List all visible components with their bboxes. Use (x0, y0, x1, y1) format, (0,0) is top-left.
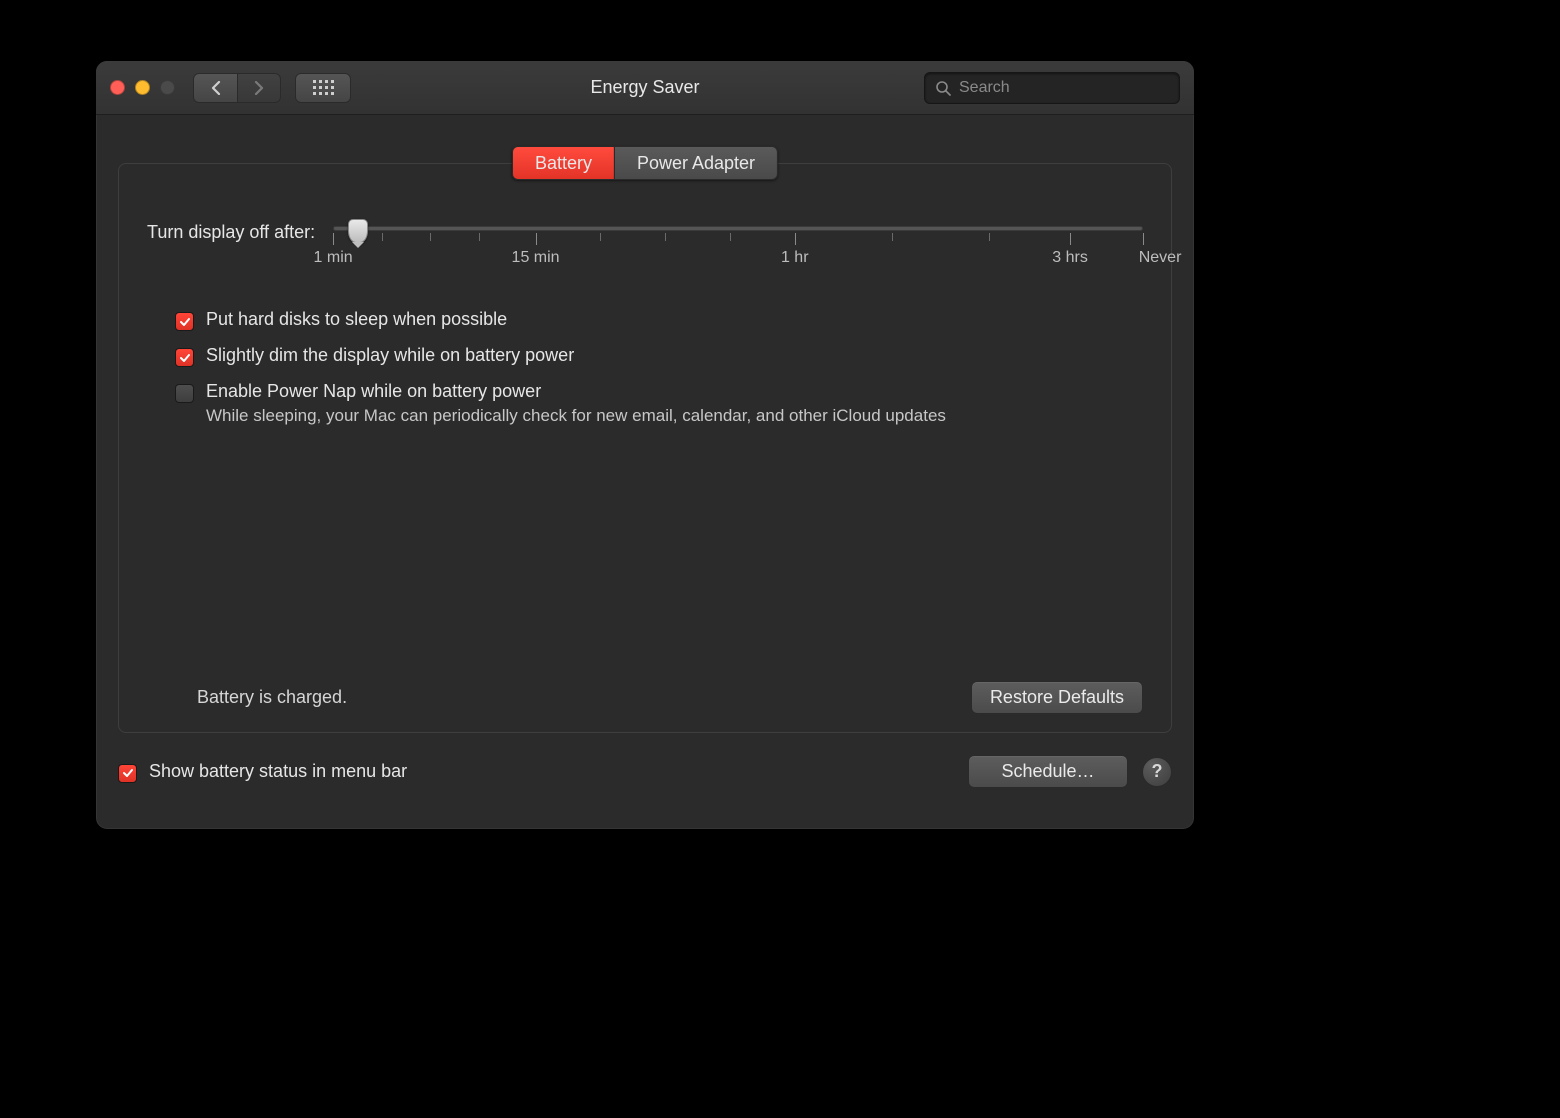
titlebar: Energy Saver (96, 61, 1194, 115)
window-body: Battery Power Adapter Turn display off a… (96, 115, 1194, 808)
tick-never: Never (1139, 249, 1182, 267)
back-button[interactable] (193, 73, 237, 103)
zoom-window-button[interactable] (160, 80, 175, 95)
minimize-window-button[interactable] (135, 80, 150, 95)
tick-3hrs: 3 hrs (1052, 249, 1088, 267)
battery-status-text: Battery is charged. (197, 687, 347, 708)
display-off-slider-row: Turn display off after: (147, 222, 1143, 273)
slider-track (333, 226, 1143, 231)
forward-button[interactable] (237, 73, 281, 103)
tick-1hr: 1 hr (781, 249, 809, 267)
power-nap-label: Enable Power Nap while on battery power (206, 381, 946, 402)
option-hard-disks: Put hard disks to sleep when possible (175, 309, 1143, 331)
slider-tick-labels: 1 min 15 min 1 hr 3 hrs Never (333, 249, 1143, 273)
power-nap-checkbox[interactable] (175, 384, 194, 403)
show-menu-bar-label: Show battery status in menu bar (149, 761, 407, 782)
search-icon (935, 80, 951, 96)
tab-battery[interactable]: Battery (512, 146, 614, 180)
tab-segmented-control: Battery Power Adapter (512, 146, 778, 180)
panel-footer: Battery is charged. Restore Defaults (147, 681, 1143, 714)
display-off-slider[interactable]: 1 min 15 min 1 hr 3 hrs Never (333, 222, 1143, 273)
preferences-window: Energy Saver Battery Power Adapter Turn … (95, 60, 1195, 830)
option-dim-display: Slightly dim the display while on batter… (175, 345, 1143, 367)
power-nap-description: While sleeping, your Mac can periodicall… (206, 406, 946, 426)
chevron-right-icon (254, 81, 264, 95)
display-off-label: Turn display off after: (147, 222, 315, 243)
restore-defaults-button[interactable]: Restore Defaults (971, 681, 1143, 714)
question-mark-icon: ? (1152, 761, 1163, 782)
nav-buttons (193, 73, 281, 103)
checkmark-icon (179, 316, 191, 328)
search-field[interactable] (924, 72, 1180, 104)
tick-15min: 15 min (512, 249, 560, 267)
schedule-button[interactable]: Schedule… (968, 755, 1128, 788)
show-menu-bar-checkbox[interactable] (118, 764, 137, 783)
dim-display-checkbox[interactable] (175, 348, 194, 367)
checkmark-icon (122, 767, 134, 779)
close-window-button[interactable] (110, 80, 125, 95)
slider-ticks (333, 233, 1143, 247)
hard-disks-checkbox[interactable] (175, 312, 194, 331)
traffic-lights (110, 80, 175, 95)
help-button[interactable]: ? (1142, 757, 1172, 787)
option-show-menu-bar: Show battery status in menu bar (118, 761, 407, 783)
options-group: Put hard disks to sleep when possible Sl… (175, 309, 1143, 426)
grid-icon (313, 80, 334, 95)
hard-disks-label: Put hard disks to sleep when possible (206, 309, 507, 330)
search-input[interactable] (959, 79, 1169, 97)
tab-power-adapter[interactable]: Power Adapter (614, 146, 778, 180)
chevron-left-icon (211, 81, 221, 95)
option-power-nap: Enable Power Nap while on battery power … (175, 381, 1143, 426)
tick-1min: 1 min (314, 249, 353, 267)
checkmark-icon (179, 352, 191, 364)
dim-display-label: Slightly dim the display while on batter… (206, 345, 574, 366)
show-all-button[interactable] (295, 73, 351, 103)
bottom-row: Show battery status in menu bar Schedule… (118, 755, 1172, 788)
settings-panel: Battery Power Adapter Turn display off a… (118, 163, 1172, 733)
